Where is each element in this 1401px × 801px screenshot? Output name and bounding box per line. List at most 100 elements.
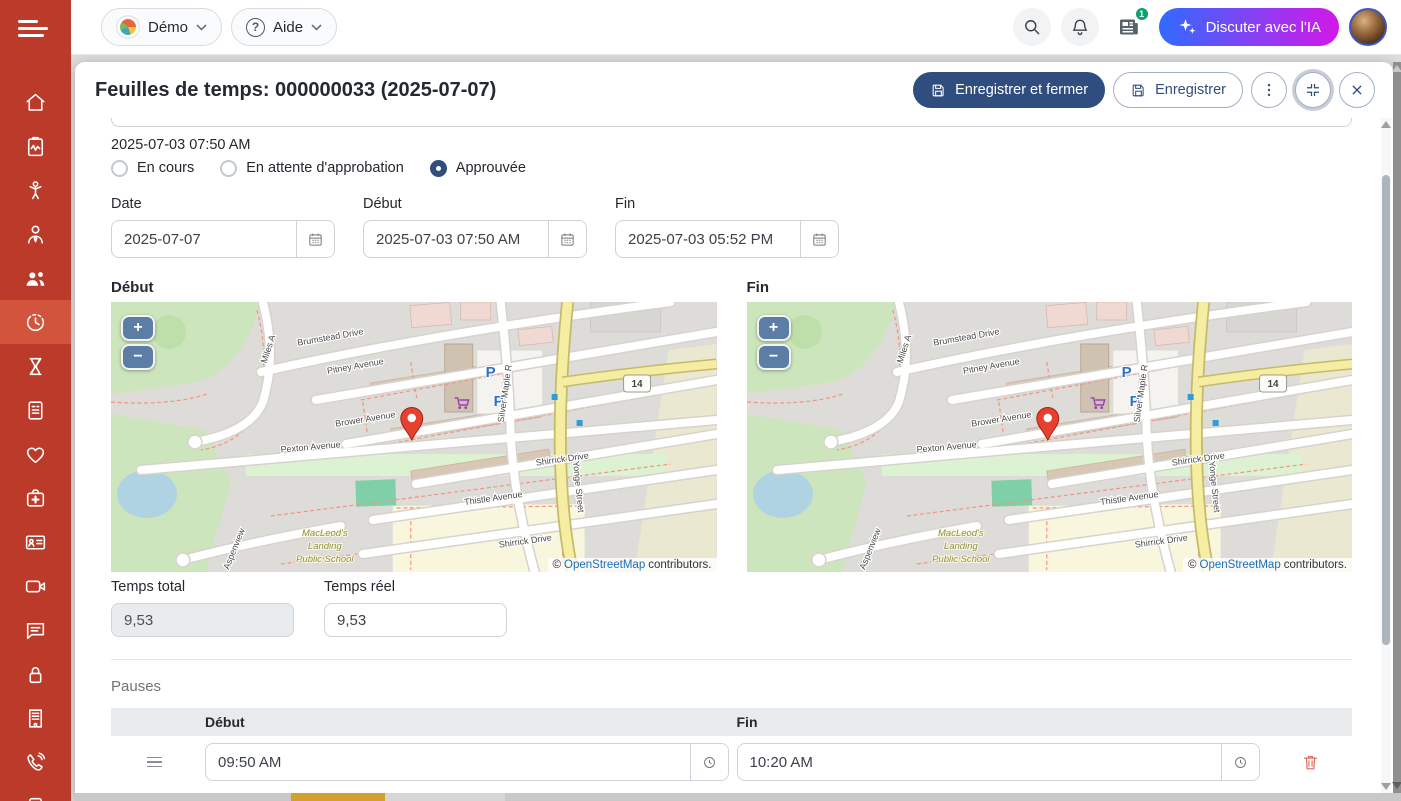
- start-map[interactable]: P P 14 Miles A Silver Maple R Brumstead …: [111, 302, 717, 572]
- collapse-button[interactable]: [1295, 72, 1331, 108]
- lock-icon: [23, 662, 48, 687]
- horizontal-scrollbar[interactable]: [75, 793, 1401, 801]
- save-and-close-button[interactable]: Enregistrer et fermer: [913, 72, 1105, 108]
- news-button[interactable]: 1: [1109, 7, 1149, 47]
- total-time-group: Temps total: [111, 578, 294, 637]
- sidebar-item-teams[interactable]: [0, 256, 71, 300]
- radio-icon: [430, 160, 447, 177]
- osm-link[interactable]: OpenStreetMap: [1200, 559, 1281, 571]
- map-attribution: © OpenStreetMap contributors.: [548, 558, 717, 572]
- sidebar-item-security[interactable]: [0, 652, 71, 696]
- scroll-up-icon[interactable]: [1381, 121, 1391, 128]
- save-button[interactable]: Enregistrer: [1113, 72, 1243, 108]
- sidebar-item-reports[interactable]: [0, 124, 71, 168]
- date-picker-button[interactable]: [296, 221, 334, 257]
- sidebar-item-employees[interactable]: [0, 212, 71, 256]
- sidebar-item-activities[interactable]: [0, 168, 71, 212]
- start-input[interactable]: [364, 221, 548, 257]
- pause-start-column-header: Début: [205, 714, 729, 730]
- scroll-up-icon[interactable]: [1392, 65, 1401, 72]
- date-input[interactable]: [112, 221, 296, 257]
- map-zoom-controls: + −: [121, 315, 155, 370]
- status-radio-1[interactable]: En attente d'approbation: [220, 160, 404, 177]
- chevron-down-icon: [196, 24, 207, 31]
- modal-scrollbar[interactable]: [1381, 118, 1391, 793]
- radio-icon: [111, 160, 128, 177]
- zoom-in-button[interactable]: +: [757, 315, 791, 341]
- topbar: Démo ? Aide 1 Discuter avec l'IA: [71, 0, 1401, 55]
- sidebar-item-timesheets[interactable]: [0, 300, 71, 344]
- pause-start-time-button[interactable]: [690, 744, 728, 780]
- pause-start-input[interactable]: [206, 744, 690, 780]
- start-map-column: Début: [111, 278, 717, 572]
- workspace-switcher[interactable]: Démo: [101, 8, 222, 46]
- clock-icon: [701, 754, 718, 771]
- scroll-down-icon[interactable]: [1392, 782, 1401, 789]
- avatar[interactable]: [1349, 8, 1387, 46]
- collapse-icon: [1304, 81, 1322, 99]
- topbar-right: 1 Discuter avec l'IA: [1013, 7, 1387, 47]
- kebab-menu-icon: [1260, 81, 1278, 99]
- chat-ai-button[interactable]: Discuter avec l'IA: [1159, 8, 1339, 46]
- sparkle-icon: [1177, 18, 1197, 36]
- drag-handle[interactable]: [111, 757, 197, 768]
- more-options-button[interactable]: [1251, 72, 1287, 108]
- save-icon: [930, 82, 947, 99]
- real-time-input[interactable]: [324, 603, 507, 637]
- sidebar-item-health[interactable]: [0, 432, 71, 476]
- zoom-out-button[interactable]: −: [121, 344, 155, 370]
- scrollbar-thumb[interactable]: [1382, 175, 1390, 645]
- sidebar-item-messages[interactable]: [0, 608, 71, 652]
- date-label: Date: [111, 195, 335, 213]
- real-time-group: Temps réel: [324, 578, 507, 637]
- sidebar-item-hourglass[interactable]: [0, 344, 71, 388]
- notification-badge: 1: [1134, 6, 1150, 22]
- sidebar-item-invoices[interactable]: [0, 388, 71, 432]
- calendar-icon: [307, 231, 324, 248]
- end-map[interactable]: + − © OpenStreetMap contributors.: [747, 302, 1353, 572]
- zoom-out-button[interactable]: −: [757, 344, 791, 370]
- radio-icon: [220, 160, 237, 177]
- status-radio-0[interactable]: En cours: [111, 160, 194, 177]
- school-label: MacLeod's: [302, 528, 348, 539]
- zoom-in-button[interactable]: +: [121, 315, 155, 341]
- sidebar-item-calls[interactable]: [0, 740, 71, 784]
- chevron-down-icon: [311, 24, 322, 31]
- gold-segment[interactable]: [291, 793, 385, 801]
- pause-end-input[interactable]: [738, 744, 1222, 780]
- scroll-down-icon[interactable]: [1381, 783, 1391, 790]
- pause-end-time-button[interactable]: [1221, 744, 1259, 780]
- sidebar-item-home[interactable]: [0, 80, 71, 124]
- modal-body: 2025-07-03 07:50 AM En cours En attente …: [75, 118, 1393, 801]
- bell-icon: [1070, 17, 1090, 37]
- sidebar-item-id-cards[interactable]: [0, 520, 71, 564]
- delete-pause-button[interactable]: [1268, 753, 1352, 772]
- menu-icon[interactable]: [0, 0, 71, 56]
- sidebar-item-first-aid[interactable]: [0, 476, 71, 520]
- close-button[interactable]: [1339, 72, 1375, 108]
- building-icon: [23, 706, 48, 731]
- clock-icon: [1232, 754, 1249, 771]
- sidebar-item-company[interactable]: [0, 696, 71, 740]
- sidebar-item-video[interactable]: [0, 564, 71, 608]
- end-picker-button[interactable]: [800, 221, 838, 257]
- page-scrollbar[interactable]: [1393, 62, 1401, 801]
- search-button[interactable]: [1013, 8, 1051, 46]
- sidebar-item-devices[interactable]: [0, 784, 71, 801]
- start-picker-button[interactable]: [548, 221, 586, 257]
- end-input[interactable]: [616, 221, 800, 257]
- status-radio-2[interactable]: Approuvée: [430, 160, 526, 177]
- help-menu[interactable]: ? Aide: [231, 8, 337, 46]
- sidebar: [0, 0, 71, 801]
- start-map-label: Début: [111, 278, 717, 298]
- total-time-input: [111, 603, 294, 637]
- video-camera-icon: [23, 574, 48, 599]
- report-clipboard-icon: [23, 134, 48, 159]
- help-icon: ?: [246, 18, 265, 37]
- chat-ai-label: Discuter avec l'IA: [1206, 19, 1321, 36]
- end-field-group: Fin: [615, 195, 839, 258]
- trash-icon: [1301, 753, 1320, 772]
- notifications-button[interactable]: [1061, 8, 1099, 46]
- school-label: Public School: [296, 554, 354, 565]
- osm-link[interactable]: OpenStreetMap: [564, 559, 645, 571]
